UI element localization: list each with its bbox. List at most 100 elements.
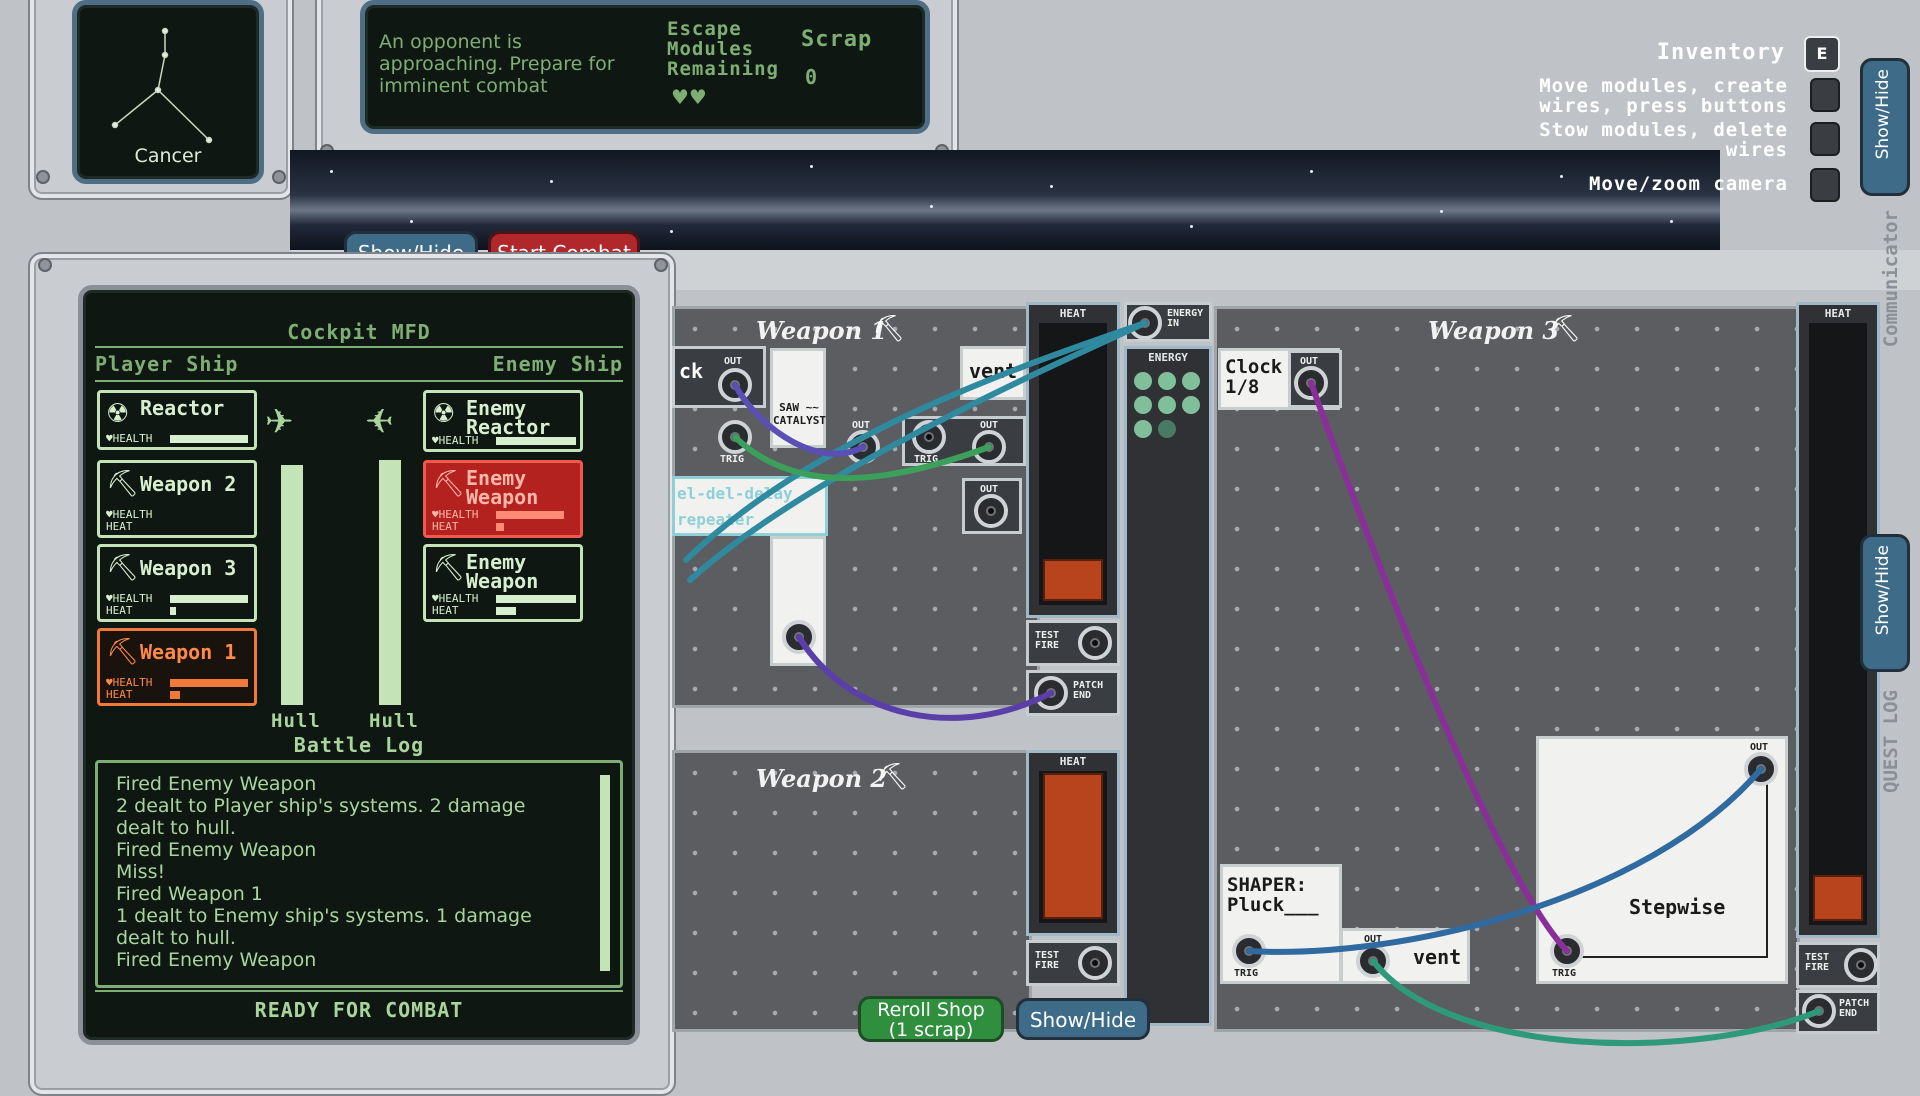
weapon-icon: ⛏ xyxy=(106,637,140,667)
mfd-title: Cockpit MFD xyxy=(287,320,431,344)
weapon-1-heat-fill xyxy=(1043,559,1103,601)
energy-column: ENERGY xyxy=(1124,346,1212,1026)
weapon-1-patch-end-jack[interactable] xyxy=(1034,676,1068,710)
scrap-value: 0 xyxy=(805,65,819,89)
energy-cells xyxy=(1132,370,1204,448)
enemy-ship-icon: ✈ xyxy=(365,402,394,442)
clock-out-jack[interactable] xyxy=(1294,366,1328,400)
hint-move-camera: Move/zoom camera xyxy=(1588,173,1788,195)
clock-out-jack[interactable] xyxy=(718,368,752,402)
player-system-reactor[interactable]: ☢ Reactor ♥HEALTH xyxy=(97,390,257,450)
health-bar xyxy=(170,435,248,443)
status-screen: An opponent is approaching. Prepare for … xyxy=(360,0,930,134)
reactor-icon: ☢ xyxy=(432,399,456,429)
combat-status: READY FOR COMBAT xyxy=(254,998,464,1022)
mid-trig-jack[interactable] xyxy=(912,420,946,454)
weapon-icon: ⛏ xyxy=(106,469,140,499)
battle-log-line: Fired Enemy Weapon xyxy=(116,839,317,861)
health-bar xyxy=(496,437,576,445)
player-ship-icon: ✈ xyxy=(265,402,294,442)
weapon-1-test-fire-button[interactable] xyxy=(1078,626,1112,660)
player-system-weapon-2[interactable]: ⛏ Weapon 2 ♥HEALTH HEAT xyxy=(97,460,257,538)
stepwise-trig-jack[interactable] xyxy=(1550,934,1584,968)
hint-stow-modules: Stow modules, delete wires xyxy=(1539,119,1788,161)
battle-log-line: Miss! xyxy=(116,861,166,883)
heat-bar xyxy=(496,607,516,615)
battle-log-title: Battle Log xyxy=(293,733,425,757)
reactor-icon: ☢ xyxy=(106,399,130,429)
vent-out-jack[interactable] xyxy=(1356,944,1390,978)
heat-bar xyxy=(170,607,176,615)
weapon-3-heat-fill xyxy=(1813,875,1863,921)
repeater-out-jack[interactable] xyxy=(782,620,816,654)
show-hide-shop-button[interactable]: Show/Hide xyxy=(1016,998,1150,1040)
weapon-icon: ⛏ xyxy=(1548,314,1582,344)
communicator-tab[interactable]: Communicator xyxy=(1880,210,1902,347)
health-bar xyxy=(170,679,248,687)
constellation-screen: Cancer xyxy=(72,0,264,184)
battle-log-scrollbar[interactable] xyxy=(600,775,610,971)
weapon-3-patch-end-jack[interactable] xyxy=(1802,994,1836,1028)
weapon-1-heat-column: HEAT xyxy=(1026,302,1120,618)
weapon-3-title: Weapon 3 xyxy=(1428,316,1560,345)
battle-log-line: Fired Enemy Weapon xyxy=(116,773,317,795)
enemy-hull-label: Hull xyxy=(369,710,419,732)
enemy-system-reactor[interactable]: ☢ Enemy Reactor ♥HEALTH xyxy=(423,390,583,452)
player-system-weapon-3[interactable]: ⛏ Weapon 3 ♥HEALTH HEAT xyxy=(97,544,257,622)
delay-repeater-module[interactable]: el-del-delay repeater xyxy=(672,476,828,536)
heat-bar xyxy=(170,691,180,699)
show-hide-quest-log-button[interactable]: Show/Hide xyxy=(1860,534,1910,672)
weapon-icon: ⛏ xyxy=(876,762,910,792)
battle-log-line: 2 dealt to Player ship's systems. 2 dama… xyxy=(116,795,526,839)
reroll-shop-button[interactable]: Reroll Shop (1 scrap) xyxy=(858,996,1004,1042)
vent-module[interactable]: vent xyxy=(960,346,1026,400)
mid-out-jack[interactable] xyxy=(972,430,1006,464)
weapon-icon: ⛏ xyxy=(106,553,140,583)
status-message: An opponent is approaching. Prepare for … xyxy=(379,31,615,97)
battle-log-line: Fired Weapon 1 xyxy=(116,883,263,905)
left-mouse-icon xyxy=(1810,78,1840,112)
health-bar xyxy=(170,595,248,603)
weapon-2-heat-fill xyxy=(1043,773,1103,919)
battle-log: Fired Enemy Weapon 2 dealt to Player shi… xyxy=(95,760,623,988)
player-system-weapon-1[interactable]: ⛏ Weapon 1 ♥HEALTH HEAT xyxy=(97,628,257,706)
stepwise-out-jack[interactable] xyxy=(1744,752,1778,786)
mfd-screen: Cockpit MFD Player Ship Enemy Ship ☢ Rea… xyxy=(78,285,640,1045)
constellation-name: Cancer xyxy=(134,145,202,167)
inventory-label: Inventory xyxy=(1656,40,1785,65)
weapon-2-title: Weapon 2 xyxy=(756,764,888,793)
saw-trig-jack[interactable] xyxy=(718,420,752,454)
right-mouse-icon xyxy=(1810,122,1840,156)
hint-move-modules: Move modules, create wires, press button… xyxy=(1539,75,1788,117)
shaper-trig-jack[interactable] xyxy=(1232,934,1266,968)
shaper-module[interactable]: SHAPER: Pluck___ xyxy=(1220,864,1342,984)
escape-modules-label: Escape Modules Remaining xyxy=(667,18,779,80)
saw-out-jack[interactable] xyxy=(846,430,880,464)
energy-in-jack[interactable] xyxy=(1128,306,1162,340)
lower-out-jack[interactable] xyxy=(974,494,1008,528)
battle-log-line: 1 dealt to Enemy ship's systems. 1 damag… xyxy=(116,905,532,949)
weapon-icon: ⛏ xyxy=(432,469,466,499)
player-hull-bar xyxy=(281,465,303,705)
enemy-system-weapon-1[interactable]: ⛏ Enemy Weapon ♥HEALTH HEAT xyxy=(423,460,583,538)
weapon-2-test-fire-button[interactable] xyxy=(1078,946,1112,980)
heat-bar xyxy=(496,523,504,531)
player-ship-label: Player Ship xyxy=(95,352,239,376)
weapon-icon: ⛏ xyxy=(432,553,466,583)
escape-modules-hearts: ♥♥ xyxy=(671,85,707,109)
weapon-3-test-fire-button[interactable] xyxy=(1844,948,1878,982)
show-hide-communicator-button[interactable]: Show/Hide xyxy=(1860,58,1910,196)
player-hull-label: Hull xyxy=(271,710,321,732)
health-bar xyxy=(496,511,564,519)
enemy-hull-bar xyxy=(379,460,401,705)
enemy-system-weapon-2[interactable]: ⛏ Enemy Weapon ♥HEALTH HEAT xyxy=(423,544,583,622)
weapon-2-heat-column: HEAT xyxy=(1026,750,1120,936)
weapon-1-title: Weapon 1 xyxy=(756,316,888,345)
scrap-label: Scrap xyxy=(801,27,873,52)
weapon-icon: ⛏ xyxy=(872,314,906,344)
middle-mouse-icon xyxy=(1810,168,1840,202)
inventory-key[interactable]: E xyxy=(1804,36,1840,72)
enemy-ship-label: Enemy Ship xyxy=(492,352,623,376)
saw-catalyst-module[interactable]: SAW ~~ CATALYST xyxy=(770,348,826,448)
quest-log-tab[interactable]: QUEST LOG xyxy=(1880,690,1902,793)
